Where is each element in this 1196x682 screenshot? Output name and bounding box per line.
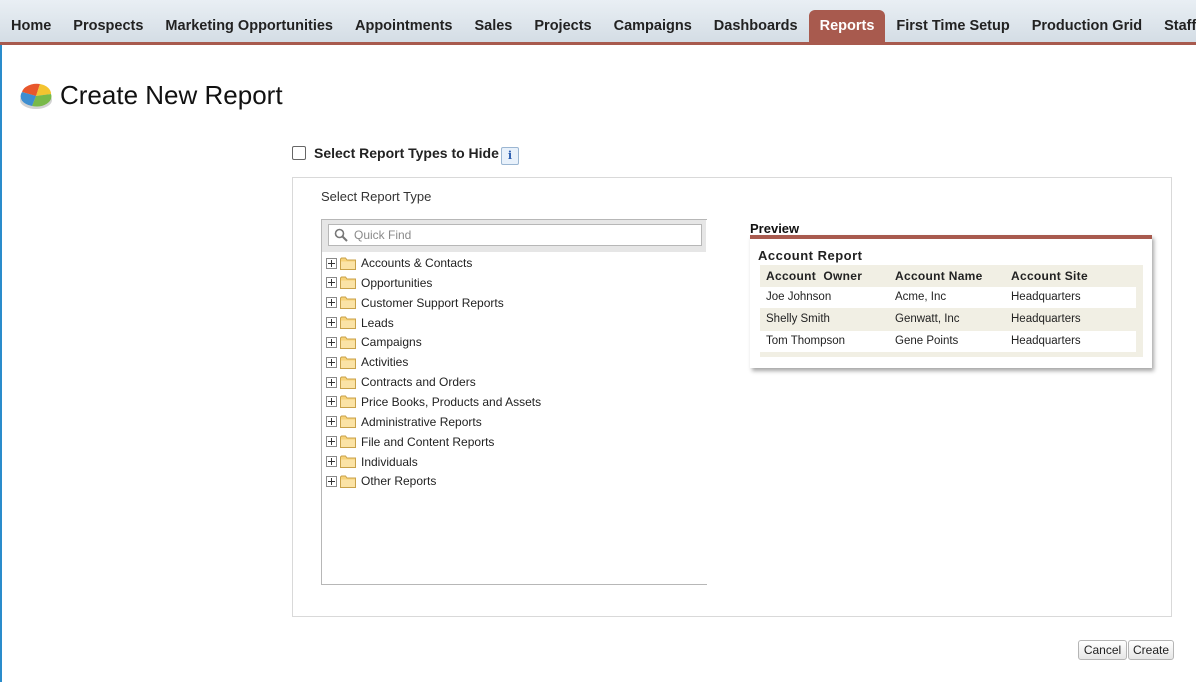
expand-plus-icon[interactable] [326,416,337,428]
cancel-button[interactable]: Cancel [1078,640,1127,660]
preview-table-cell: Genwatt, Inc [895,313,960,325]
hide-report-types-row: Select Report Types to Hide [292,145,499,161]
tree-folder-item[interactable]: Other Reports [326,472,436,490]
tab-home[interactable]: Home [0,11,62,41]
preview-table-cell: Shelly Smith [766,313,830,325]
preview-column-header: Account Owner [766,269,863,283]
tree-folder-label: Accounts & Contacts [361,256,473,270]
tree-folder-item[interactable]: Price Books, Products and Assets [326,393,541,411]
tree-folder-item[interactable]: File and Content Reports [326,433,494,451]
expand-plus-icon[interactable] [326,436,337,448]
preview-table-cell: Gene Points [895,335,959,347]
tree-folder-label: Other Reports [361,474,437,489]
preview-table-cell: Joe Johnson [766,291,832,303]
tree-folder-item[interactable]: Contracts and Orders [326,373,476,391]
search-icon [334,228,348,242]
preview-table-cell: Tom Thompson [766,335,846,347]
tree-folder-item[interactable]: Accounts & Contacts [326,254,472,272]
nav-tabs: Home Prospects Marketing Opportunities Appo… [0,0,1196,42]
tree-folder-label: Price Books, Products and Assets [361,394,542,409]
expand-plus-icon[interactable] [326,336,337,348]
folder-icon [340,257,356,270]
tab-marketing-opportunities[interactable]: Marketing Opportunities [154,11,344,41]
preview-table-row: Joe Johnson Acme, Inc Headquarters [760,287,1136,308]
hide-report-types-label: Select Report Types to Hide [314,145,499,161]
quick-find-placeholder: Quick Find [354,228,412,242]
expand-plus-icon[interactable] [326,277,337,289]
folder-icon [340,296,356,310]
folder-icon [340,316,356,330]
preview-table-row: Tom Thompson Gene Points Headquarters [760,331,1136,352]
tab-campaigns[interactable]: Campaigns [603,11,703,41]
preview-column-header: Account Name [895,269,983,283]
tree-folder-label: Individuals [361,454,418,469]
top-navigation-bar: Home Prospects Marketing Opportunities Appo… [0,0,1196,45]
tree-folder-label: Leads [361,315,394,330]
tree-folder-item[interactable]: Customer Support Reports [326,294,504,312]
tree-folder-item[interactable]: Activities [326,353,408,371]
expand-plus-icon[interactable] [326,376,337,388]
tree-folder-label: Contracts and Orders [361,375,476,390]
expand-plus-icon[interactable] [326,456,337,467]
folder-icon [340,455,356,468]
tree-folder-label: Customer Support Reports [361,295,504,310]
tree-folder-item[interactable]: Campaigns [326,333,422,351]
hide-report-types-checkbox[interactable] [292,146,306,160]
expand-plus-icon[interactable] [326,356,337,368]
tree-folder-item[interactable]: Individuals [326,453,418,471]
tab-staff-c[interactable]: Staff C [1153,11,1196,41]
preview-table-cell: Headquarters [1011,313,1081,325]
tree-folder-item[interactable]: Administrative Reports [326,413,482,431]
tab-prospects[interactable]: Prospects [62,11,154,41]
create-button[interactable]: Create [1128,640,1174,660]
preview-label: Preview [750,221,800,236]
expand-plus-icon[interactable] [326,257,337,269]
tree-folder-label: Activities [361,355,409,370]
folder-icon [340,276,356,290]
tab-dashboards[interactable]: Dashboards [703,11,809,41]
tab-production-grid[interactable]: Production Grid [1021,11,1153,41]
preview-table-cell: Headquarters [1011,335,1081,347]
folder-icon [340,356,356,369]
preview-table-row: Shelly Smith Genwatt, Inc Headquarters [760,309,1136,330]
preview-card: Account Report Account Owner Account Name… [750,235,1152,368]
tab-projects[interactable]: Projects [523,11,602,41]
preview-report-title: Account Report [758,248,863,263]
tree-folder-label: Administrative Reports [361,414,482,429]
tree-folder-label: Campaigns [361,335,422,350]
left-edge-accent [0,45,2,682]
folder-icon [340,415,356,429]
reports-pie-icon [20,83,52,109]
tree-folder-item[interactable]: Opportunities [326,274,432,292]
info-icon[interactable]: i [501,147,519,165]
folder-icon [340,376,356,389]
preview-column-header: Account Site [1011,269,1088,283]
folder-icon [340,395,356,409]
tab-first-time-setup[interactable]: First Time Setup [885,11,1020,41]
preview-table-cell: Acme, Inc [895,291,947,303]
folder-icon [340,336,356,349]
page-title: Create New Report [60,80,283,110]
expand-plus-icon[interactable] [326,475,337,487]
tree-folder-label: File and Content Reports [361,434,495,449]
expand-plus-icon[interactable] [326,396,337,408]
tree-folder-item[interactable]: Leads [326,314,394,332]
folder-icon [340,475,356,488]
select-report-type-label: Select Report Type [321,189,432,204]
preview-table: Account Owner Account Name Account Site Joe… [760,265,1143,357]
expand-plus-icon[interactable] [326,317,337,329]
preview-table-cell: Headquarters [1011,291,1081,303]
tab-sales[interactable]: Sales [463,11,523,41]
tab-reports[interactable]: Reports [808,10,886,42]
folder-icon [340,435,356,449]
tab-appointments[interactable]: Appointments [344,11,463,41]
expand-plus-icon[interactable] [326,297,337,309]
tree-folder-label: Opportunities [361,275,433,290]
